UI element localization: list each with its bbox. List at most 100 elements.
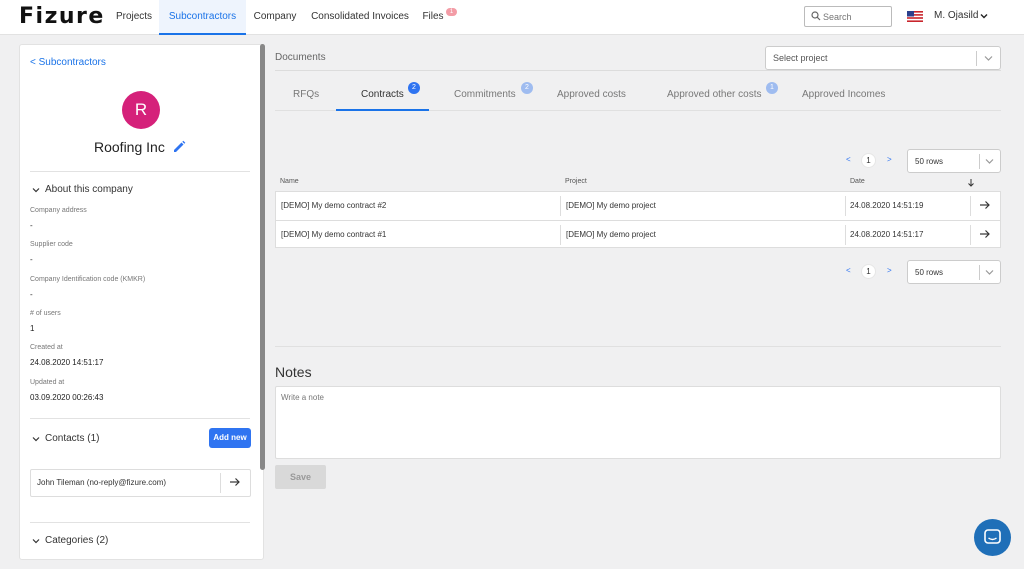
row-name: [DEMO] My demo contract #1 (281, 230, 387, 239)
table-row[interactable]: [DEMO] My demo contract #2 [DEMO] My dem… (276, 192, 1000, 220)
search-icon (811, 11, 821, 21)
divider (970, 196, 971, 216)
rows-per-page-select[interactable]: 50 rows (907, 149, 1001, 173)
categories-section-title: Categories (2) (45, 535, 109, 546)
sort-arrow-down-icon[interactable] (967, 178, 975, 187)
chevron-down-icon (32, 437, 40, 442)
divider (275, 70, 1001, 71)
divider (979, 154, 980, 169)
about-section-title: About this company (45, 184, 133, 195)
tab-approved-costs[interactable]: Approved costs (557, 89, 626, 100)
contracts-table: [DEMO] My demo contract #2 [DEMO] My dem… (275, 191, 1001, 248)
table-row[interactable]: [DEMO] My demo contract #1 [DEMO] My dem… (276, 220, 1000, 248)
column-header-date[interactable]: Date (850, 178, 865, 185)
chat-icon (984, 529, 1001, 544)
divider (979, 265, 980, 280)
divider (560, 196, 561, 216)
field-label-kmkr: Company Identification code (KMKR) (30, 276, 146, 283)
contacts-section-toggle[interactable]: Contacts (1) (32, 433, 99, 444)
top-navbar: Fizure Projects Subcontractors Company C… (0, 0, 1024, 35)
next-page-button[interactable]: > (887, 266, 892, 275)
chevron-down-icon (984, 56, 993, 61)
arrow-right-icon[interactable] (229, 477, 241, 487)
search-input[interactable] (823, 9, 889, 24)
tab-commitments[interactable]: Commitments (454, 89, 516, 100)
column-header-name[interactable]: Name (280, 178, 299, 185)
search-box[interactable] (804, 6, 892, 27)
company-name: Roofing Inc (94, 139, 165, 155)
row-date: 24.08.2020 14:51:17 (850, 230, 924, 239)
notes-title: Notes (275, 364, 312, 380)
row-name: [DEMO] My demo contract #2 (281, 201, 387, 210)
nav-projects[interactable]: Projects (109, 0, 159, 35)
field-value-kmkr: - (30, 290, 33, 299)
tab-approved-incomes[interactable]: Approved Incomes (802, 89, 885, 100)
field-label-updated: Updated at (30, 379, 65, 386)
back-to-subcontractors-link[interactable]: < Subcontractors (30, 57, 106, 68)
field-value-updated: 03.09.2020 00:26:43 (30, 393, 104, 402)
save-note-button[interactable]: Save (275, 465, 326, 489)
row-project: [DEMO] My demo project (566, 201, 656, 210)
us-flag-icon[interactable] (907, 11, 923, 22)
contact-name: John Tileman (no-reply@fizure.com) (37, 478, 167, 487)
nav-subcontractors[interactable]: Subcontractors (159, 0, 246, 35)
arrow-right-icon[interactable] (979, 200, 991, 210)
field-value-address: - (30, 221, 33, 230)
chevron-down-icon[interactable] (980, 12, 988, 20)
sidebar-scrollbar[interactable] (260, 44, 265, 470)
approved-other-costs-badge: 1 (766, 82, 778, 94)
current-page[interactable]: 1 (861, 153, 876, 168)
nav-consolidated-invoices[interactable]: Consolidated Invoices (306, 0, 414, 35)
nav-company[interactable]: Company (246, 0, 304, 35)
note-box (275, 386, 1001, 459)
documents-title: Documents (275, 52, 326, 63)
divider (30, 171, 250, 172)
tab-contracts[interactable]: Contracts (361, 89, 404, 100)
arrow-right-icon[interactable] (979, 229, 991, 239)
chevron-down-icon (985, 270, 994, 275)
add-contact-button[interactable]: Add new (209, 428, 251, 448)
divider (845, 225, 846, 245)
divider (560, 225, 561, 245)
project-select[interactable]: Select project (765, 46, 1001, 70)
tab-rfqs[interactable]: RFQs (293, 89, 319, 100)
avatar: R (122, 91, 160, 129)
divider (30, 522, 250, 523)
row-date: 24.08.2020 14:51:19 (850, 201, 924, 210)
categories-section-toggle[interactable]: Categories (2) (32, 535, 108, 546)
user-menu[interactable]: M. Ojasild (934, 10, 978, 21)
chevron-down-icon (32, 539, 40, 544)
contracts-count-badge: 2 (408, 82, 420, 94)
brand-logo[interactable]: Fizure (19, 4, 105, 29)
field-value-users: 1 (30, 324, 35, 333)
nav-files[interactable]: Files (418, 0, 448, 35)
current-page[interactable]: 1 (861, 264, 876, 279)
field-label-address: Company address (30, 207, 87, 214)
next-page-button[interactable]: > (887, 155, 892, 164)
field-label-users: # of users (30, 310, 61, 317)
prev-page-button[interactable]: < (846, 155, 851, 164)
rows-per-page-select[interactable]: 50 rows (907, 260, 1001, 284)
field-value-created: 24.08.2020 14:51:17 (30, 358, 104, 367)
divider (30, 418, 250, 419)
contacts-section-title: Contacts (1) (45, 433, 100, 444)
prev-page-button[interactable]: < (846, 266, 851, 275)
row-project: [DEMO] My demo project (566, 230, 656, 239)
files-count-badge: 1 (446, 8, 457, 16)
field-label-created: Created at (30, 344, 63, 351)
note-input[interactable] (276, 387, 1000, 458)
divider (220, 473, 221, 493)
divider (845, 196, 846, 216)
divider (275, 346, 1001, 347)
commitments-count-badge: 2 (521, 82, 533, 94)
divider (976, 51, 977, 66)
chat-widget-button[interactable] (974, 519, 1011, 556)
tab-approved-other-costs[interactable]: Approved other costs (667, 89, 762, 100)
pencil-icon[interactable] (173, 140, 186, 153)
about-section-toggle[interactable]: About this company (32, 184, 133, 195)
divider (970, 225, 971, 245)
active-tab-indicator (336, 109, 429, 111)
contact-card[interactable]: John Tileman (no-reply@fizure.com) (30, 469, 251, 497)
project-select-value: Select project (773, 53, 828, 63)
column-header-project[interactable]: Project (565, 178, 587, 185)
